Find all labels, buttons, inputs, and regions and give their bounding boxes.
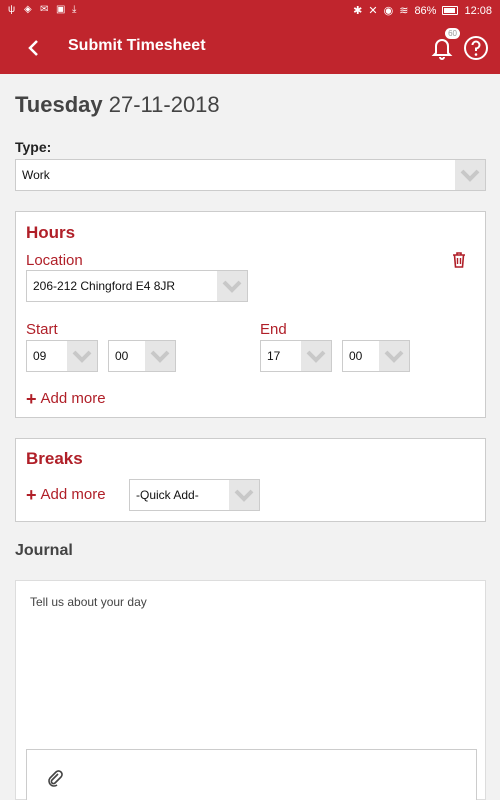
- journal-textarea[interactable]: Tell us about your day: [15, 580, 486, 800]
- chevron-down-icon: [455, 160, 485, 190]
- hours-add-more-label: Add more: [40, 390, 106, 407]
- trash-icon: [453, 252, 465, 268]
- page-title: Submit Timesheet: [68, 37, 206, 54]
- attachment-area: [26, 749, 477, 800]
- start-hour-select[interactable]: 09: [26, 340, 98, 372]
- breaks-add-more-label: Add more: [40, 486, 106, 503]
- breaks-card: Breaks + Add more -Quick Add-: [15, 438, 486, 522]
- mute-icon: ✕: [368, 5, 378, 17]
- paperclip-icon: [48, 770, 63, 787]
- location-select[interactable]: 206-212 Chingford E4 8JR: [26, 270, 248, 302]
- hours-add-more-button[interactable]: + Add more: [26, 388, 106, 409]
- type-select-value: Work: [22, 168, 50, 182]
- journal-placeholder: Tell us about your day: [30, 595, 147, 609]
- wifi-icon: ≋: [399, 5, 409, 17]
- start-minute-select[interactable]: 00: [108, 340, 176, 372]
- back-button[interactable]: [20, 34, 48, 62]
- start-minute-value: 00: [115, 349, 129, 363]
- breaks-title: Breaks: [26, 449, 83, 468]
- chevron-down-icon: [229, 480, 259, 510]
- chevron-down-icon: [145, 341, 175, 371]
- status-icons-left: ψ ◈ ✉ ▣ ⤓: [8, 4, 82, 16]
- location-select-value: 206-212 Chingford E4 8JR: [33, 279, 176, 293]
- end-minute-value: 00: [349, 349, 363, 363]
- end-minute-select[interactable]: 00: [342, 340, 410, 372]
- attach-button[interactable]: [45, 768, 65, 788]
- date-value: 27-11-2018: [108, 92, 220, 117]
- end-hour-select[interactable]: 17: [260, 340, 332, 372]
- delete-hours-button[interactable]: [449, 250, 469, 270]
- status-icons-right: ✱ ✕ ◉ ≋ 86% 12:08: [353, 4, 492, 18]
- help-icon: [464, 36, 488, 60]
- plus-icon: +: [26, 388, 37, 409]
- type-select[interactable]: Work: [15, 159, 486, 191]
- quick-add-value: -Quick Add-: [136, 488, 199, 502]
- download-icon: ⤓: [72, 4, 77, 15]
- shield-icon: ◈: [24, 4, 32, 15]
- start-hour-value: 09: [33, 349, 47, 363]
- plus-icon: +: [26, 484, 37, 505]
- end-label: End: [260, 321, 287, 338]
- image-icon: ▣: [56, 4, 66, 15]
- breaks-add-more-button[interactable]: + Add more: [26, 484, 106, 505]
- location-label: Location: [26, 252, 83, 269]
- clock: 12:08: [464, 4, 492, 17]
- mail-icon: ✉: [40, 4, 49, 15]
- type-label: Type:: [15, 139, 52, 155]
- bluetooth-icon: ✱: [353, 5, 363, 17]
- hours-title: Hours: [26, 223, 76, 242]
- battery-percent: 86%: [414, 4, 437, 17]
- start-label: Start: [26, 321, 58, 338]
- help-button[interactable]: [462, 34, 490, 62]
- journal-label: Journal: [15, 542, 73, 559]
- date-heading: Tuesday 27-11-2018: [15, 92, 220, 118]
- quick-add-select[interactable]: -Quick Add-: [129, 479, 260, 511]
- chevron-down-icon: [217, 271, 247, 301]
- status-bar: ψ ◈ ✉ ▣ ⤓ ✱ ✕ ◉ ≋ 86% 12:08: [0, 0, 500, 22]
- chevron-down-icon: [301, 341, 331, 371]
- chevron-down-icon: [67, 341, 97, 371]
- notification-badge: 60: [445, 28, 460, 39]
- day-name: Tuesday: [15, 92, 103, 117]
- eye-icon: ◉: [383, 5, 394, 17]
- app-bar: Submit Timesheet 60: [0, 22, 500, 74]
- hours-card: Hours Location 206-212 Chingford E4 8JR …: [15, 211, 486, 418]
- end-hour-value: 17: [267, 349, 281, 363]
- usb-icon: ψ: [8, 4, 16, 15]
- battery-icon: [442, 6, 459, 15]
- chevron-down-icon: [379, 341, 409, 371]
- chevron-left-icon: [28, 40, 38, 56]
